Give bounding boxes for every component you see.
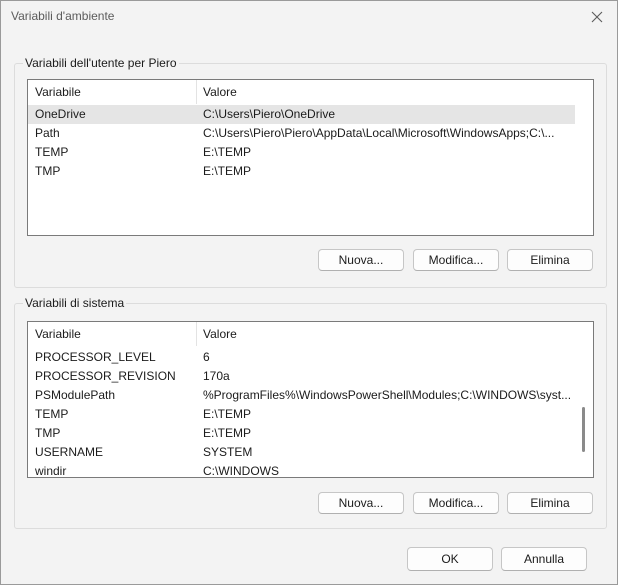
variable-value-cell: C:\WINDOWS [203,464,279,478]
variable-value-cell: SYSTEM [203,445,253,459]
list-header: Variabile Valore [28,322,575,346]
user-variables-label: Variabili dell'utente per Piero [23,56,179,70]
close-icon [591,11,603,23]
system-variables-list[interactable]: Variabile Valore PROCESSOR_LEVEL 6 PROCESS… [27,321,594,478]
title-bar: Variabili d'ambiente [1,1,617,33]
table-row[interactable]: PROCESSOR_REVISION 170a [28,367,575,386]
user-variables-list[interactable]: Variabile Valore OneDrive C:\Users\Piero\… [27,79,594,236]
system-list-scrollbar[interactable] [575,322,593,477]
scrollbar-thumb[interactable] [582,407,585,452]
variable-name-cell: OneDrive [35,107,86,121]
system-new-button[interactable]: Nuova... [318,492,404,514]
variable-name-cell: TEMP [35,145,69,159]
variable-value-cell: C:\Users\Piero\OneDrive [203,107,336,121]
system-delete-button[interactable]: Elimina [507,492,593,514]
variable-value-cell: C:\Users\Piero\Piero\AppData\Local\Micro… [203,126,555,140]
variable-value-cell: 6 [203,350,210,364]
system-edit-button[interactable]: Modifica... [413,492,499,514]
cancel-button[interactable]: Annulla [501,547,587,571]
table-row[interactable]: TEMP E:\TEMP [28,405,575,424]
system-variables-group: Variabili di sistema Variabile Valore PR… [14,296,607,529]
variable-name-cell: PROCESSOR_LEVEL [35,350,156,364]
variable-name-cell: windir [35,464,67,478]
table-row[interactable]: PSModulePath %ProgramFiles%\WindowsPowerS… [28,386,575,405]
variable-value-cell: E:\TEMP [203,145,252,159]
ok-button[interactable]: OK [407,547,493,571]
column-header-variable[interactable]: Variabile [28,322,195,346]
table-row[interactable]: OneDrive C:\Users\Piero\OneDrive [28,105,575,124]
variable-value-cell: E:\TEMP [203,164,252,178]
environment-variables-dialog: Variabili d'ambiente Variabili dell'uten… [0,0,618,585]
user-edit-button[interactable]: Modifica... [413,249,499,271]
table-row[interactable]: USERNAME SYSTEM [28,443,575,462]
column-header-value[interactable]: Valore [196,322,573,346]
user-delete-button[interactable]: Elimina [507,249,593,271]
column-header-value[interactable]: Valore [196,80,573,104]
window-title: Variabili d'ambiente [11,9,115,23]
variable-name-cell: TMP [35,426,61,440]
variable-value-cell: 170a [203,369,230,383]
list-header: Variabile Valore [28,80,575,104]
variable-name-cell: TMP [35,164,61,178]
variable-name-cell: PSModulePath [35,388,116,402]
table-row[interactable]: windir C:\WINDOWS [28,462,575,478]
variable-value-cell: E:\TEMP [203,407,252,421]
table-row[interactable]: TEMP E:\TEMP [28,143,575,162]
table-row[interactable]: Path C:\Users\Piero\Piero\AppData\Local\M… [28,124,575,143]
close-button[interactable] [583,5,611,29]
variable-name-cell: Path [35,126,60,140]
variable-value-cell: %ProgramFiles%\WindowsPowerShell\Modules… [203,388,572,402]
table-row[interactable]: TMP E:\TEMP [28,162,575,181]
variable-name-cell: USERNAME [35,445,104,459]
user-list-scrollbar[interactable] [575,80,593,235]
column-header-variable[interactable]: Variabile [28,80,195,104]
system-variables-label: Variabili di sistema [23,296,127,310]
variable-value-cell: E:\TEMP [203,426,252,440]
variable-name-cell: TEMP [35,407,69,421]
user-variables-group: Variabili dell'utente per Piero Variabil… [14,56,607,288]
table-row[interactable]: TMP E:\TEMP [28,424,575,443]
variable-name-cell: PROCESSOR_REVISION [35,369,176,383]
user-new-button[interactable]: Nuova... [318,249,404,271]
table-row[interactable]: PROCESSOR_LEVEL 6 [28,348,575,367]
